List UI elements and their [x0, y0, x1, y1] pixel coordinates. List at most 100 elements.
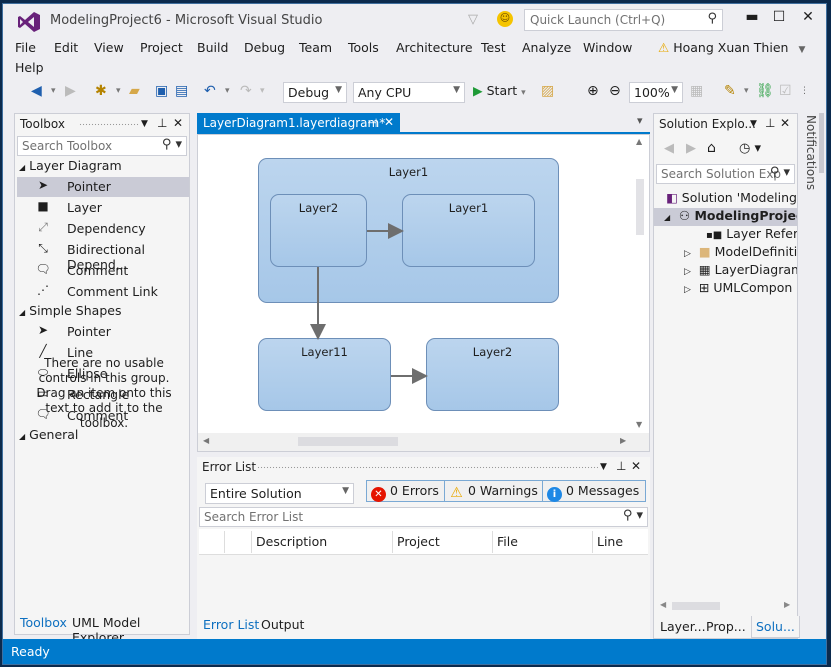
warnings-filter-button[interactable]: ⚠ 0 Warnings: [444, 480, 545, 502]
tree-item-layer-references[interactable]: ▪■ Layer Referen: [654, 226, 797, 244]
close-button[interactable]: ✕: [795, 9, 821, 29]
toolbox-item-bidirectional-dependency[interactable]: ⤡ Bidirectional Depend...: [17, 240, 189, 272]
tab-overflow-icon[interactable]: ▾: [637, 114, 643, 127]
undo-dropdown-icon[interactable]: ▾: [225, 83, 230, 99]
back-icon[interactable]: ◀: [664, 141, 674, 156]
scroll-left-icon[interactable]: ◀: [660, 600, 666, 609]
column-header-line[interactable]: Line: [592, 531, 627, 553]
menu-window[interactable]: Window: [583, 40, 632, 55]
new-dropdown-icon[interactable]: ▾: [116, 83, 121, 99]
menu-test[interactable]: Test: [481, 40, 506, 55]
scroll-down-icon[interactable]: ▼: [636, 420, 642, 429]
pin-icon[interactable]: ⊥: [157, 116, 167, 130]
find-in-files-icon[interactable]: ▨: [541, 83, 554, 99]
menu-project[interactable]: Project: [140, 40, 183, 55]
column-header-file[interactable]: File: [492, 531, 592, 553]
menu-edit[interactable]: Edit: [54, 40, 78, 55]
horizontal-scroll-thumb[interactable]: [672, 602, 720, 610]
drag-grip[interactable]: [79, 123, 139, 126]
notifications-tab[interactable]: Notifications: [804, 115, 818, 190]
pin-icon[interactable]: ⊥: [616, 459, 626, 473]
tab-uml-model-explorer[interactable]: UML Model Explorer: [68, 612, 190, 645]
solution-platform-select[interactable]: Any CPU ▼: [353, 82, 465, 103]
back-dropdown-icon[interactable]: ▾: [51, 83, 56, 99]
toolbox-item-dependency[interactable]: ⤢ Dependency: [17, 219, 189, 239]
save-all-icon[interactable]: ▤: [175, 83, 188, 99]
menu-build[interactable]: Build: [197, 40, 228, 55]
menu-architecture[interactable]: Architecture: [396, 40, 473, 55]
menu-help[interactable]: Help: [15, 60, 44, 75]
window-position-icon[interactable]: ▼: [600, 462, 607, 472]
pin-icon[interactable]: ⊥: [765, 116, 775, 130]
quick-launch-input[interactable]: Quick Launch (Ctrl+Q) ⚲: [524, 9, 723, 31]
zoom-level-select[interactable]: 100% ▼: [629, 82, 683, 103]
menu-view[interactable]: View: [94, 40, 124, 55]
pending-changes-icon[interactable]: ◷ ▾: [739, 141, 761, 156]
undo-icon[interactable]: ↶: [204, 83, 216, 99]
toolbox-item-comment-link[interactable]: ⋰ Comment Link: [17, 282, 189, 302]
feedback-filter-icon[interactable]: ▽: [468, 12, 478, 27]
tree-item-modeling-project[interactable]: ◢ ⚇ ModelingProject: [654, 208, 797, 226]
navigate-back-icon[interactable]: ◀: [31, 83, 42, 99]
vertical-scroll-thumb[interactable]: [636, 179, 644, 235]
messages-filter-button[interactable]: i 0 Messages: [542, 480, 647, 502]
vertical-scrollbar[interactable]: ▲ ▼: [631, 135, 649, 435]
redo-dropdown-icon[interactable]: ▾: [260, 83, 265, 99]
menu-debug[interactable]: Debug: [244, 40, 285, 55]
document-tab-layerdiagram[interactable]: LayerDiagram1.layerdiagram* ⊣ ✕: [197, 113, 400, 133]
menu-team[interactable]: Team: [299, 40, 332, 55]
tab-solution-explorer[interactable]: Solu...: [751, 616, 800, 638]
solution-configuration-select[interactable]: Debug ▼: [283, 82, 347, 103]
feedback-smiley-icon[interactable]: ☺: [497, 11, 513, 27]
toolbox-item-comment[interactable]: 🗨 Comment: [17, 261, 189, 281]
zoom-out-icon[interactable]: ⊖: [609, 83, 621, 99]
new-item-dropdown-icon[interactable]: ▾: [744, 83, 749, 99]
tab-properties[interactable]: Prop...: [702, 616, 750, 638]
tab-output[interactable]: Output: [257, 614, 308, 636]
error-scope-select[interactable]: Entire Solution ▼: [205, 483, 354, 504]
maximize-button[interactable]: ☐: [766, 9, 792, 29]
tree-item-model-definition[interactable]: ▷ ■ ModelDefiniti: [654, 244, 797, 262]
tab-error-list[interactable]: Error List: [199, 614, 264, 636]
toolbox-search-input[interactable]: Search Toolbox ⚲ ▾: [17, 136, 187, 156]
tree-item-layer-diagram[interactable]: ▷ ▦ LayerDiagram: [654, 262, 797, 280]
column-header-description[interactable]: Description: [251, 531, 392, 553]
column-header-project[interactable]: Project: [392, 531, 492, 553]
navigate-forward-icon[interactable]: ▶: [65, 83, 76, 99]
save-icon[interactable]: ▣: [155, 83, 168, 99]
horizontal-scrollbar[interactable]: ◀ ▶: [656, 598, 795, 614]
link-icon[interactable]: ⛓: [756, 83, 774, 99]
new-project-icon[interactable]: ✱: [95, 83, 107, 99]
layer-diagram-canvas[interactable]: Layer1 Layer2 Layer1 Layer11 Layer2 ▲ ▼ …: [197, 134, 650, 452]
vertical-scroll-thumb[interactable]: [819, 113, 824, 173]
minimize-button[interactable]: ▬: [739, 9, 765, 29]
toolbox-item-pointer[interactable]: ➤ Pointer: [17, 177, 189, 197]
pin-icon[interactable]: ⊣: [367, 116, 377, 130]
open-file-icon[interactable]: ▰: [129, 83, 140, 99]
tree-item-solution[interactable]: ◧ Solution 'ModelingP: [654, 190, 797, 208]
menu-tools[interactable]: Tools: [348, 40, 379, 55]
tree-item-uml-component[interactable]: ▷ ⊞ UMLCompon: [654, 280, 797, 298]
toolbox-item-pointer[interactable]: ➤ Pointer: [17, 322, 189, 342]
error-list-search-input[interactable]: Search Error List ⚲ ▾: [199, 507, 648, 527]
menu-file[interactable]: File: [15, 40, 36, 55]
close-icon[interactable]: ✕: [780, 116, 790, 130]
validate-icon[interactable]: ☑: [779, 83, 792, 99]
toolbox-item-layer[interactable]: ■ Layer: [17, 198, 189, 218]
group-simple-shapes[interactable]: ◢ Simple Shapes: [19, 303, 121, 318]
horizontal-scroll-thumb[interactable]: [298, 437, 398, 446]
menu-analyze[interactable]: Analyze: [522, 40, 571, 55]
start-debugging-button[interactable]: ▶ Start ▾: [473, 83, 526, 101]
forward-icon[interactable]: ▶: [686, 141, 696, 156]
zoom-in-icon[interactable]: ⊕: [587, 83, 599, 99]
scroll-up-icon[interactable]: ▲: [636, 137, 642, 146]
new-item-icon[interactable]: ✎: [724, 83, 736, 99]
scroll-right-icon[interactable]: ▶: [784, 600, 790, 609]
group-layer-diagram[interactable]: ◢ Layer Diagram: [19, 158, 122, 173]
scroll-left-icon[interactable]: ◀: [203, 436, 209, 445]
close-icon[interactable]: ✕: [631, 459, 641, 473]
drag-grip[interactable]: [257, 466, 598, 469]
close-icon[interactable]: ✕: [384, 115, 394, 129]
horizontal-scrollbar[interactable]: ◀ ▶: [198, 433, 649, 451]
window-position-icon[interactable]: ▼: [750, 119, 757, 129]
